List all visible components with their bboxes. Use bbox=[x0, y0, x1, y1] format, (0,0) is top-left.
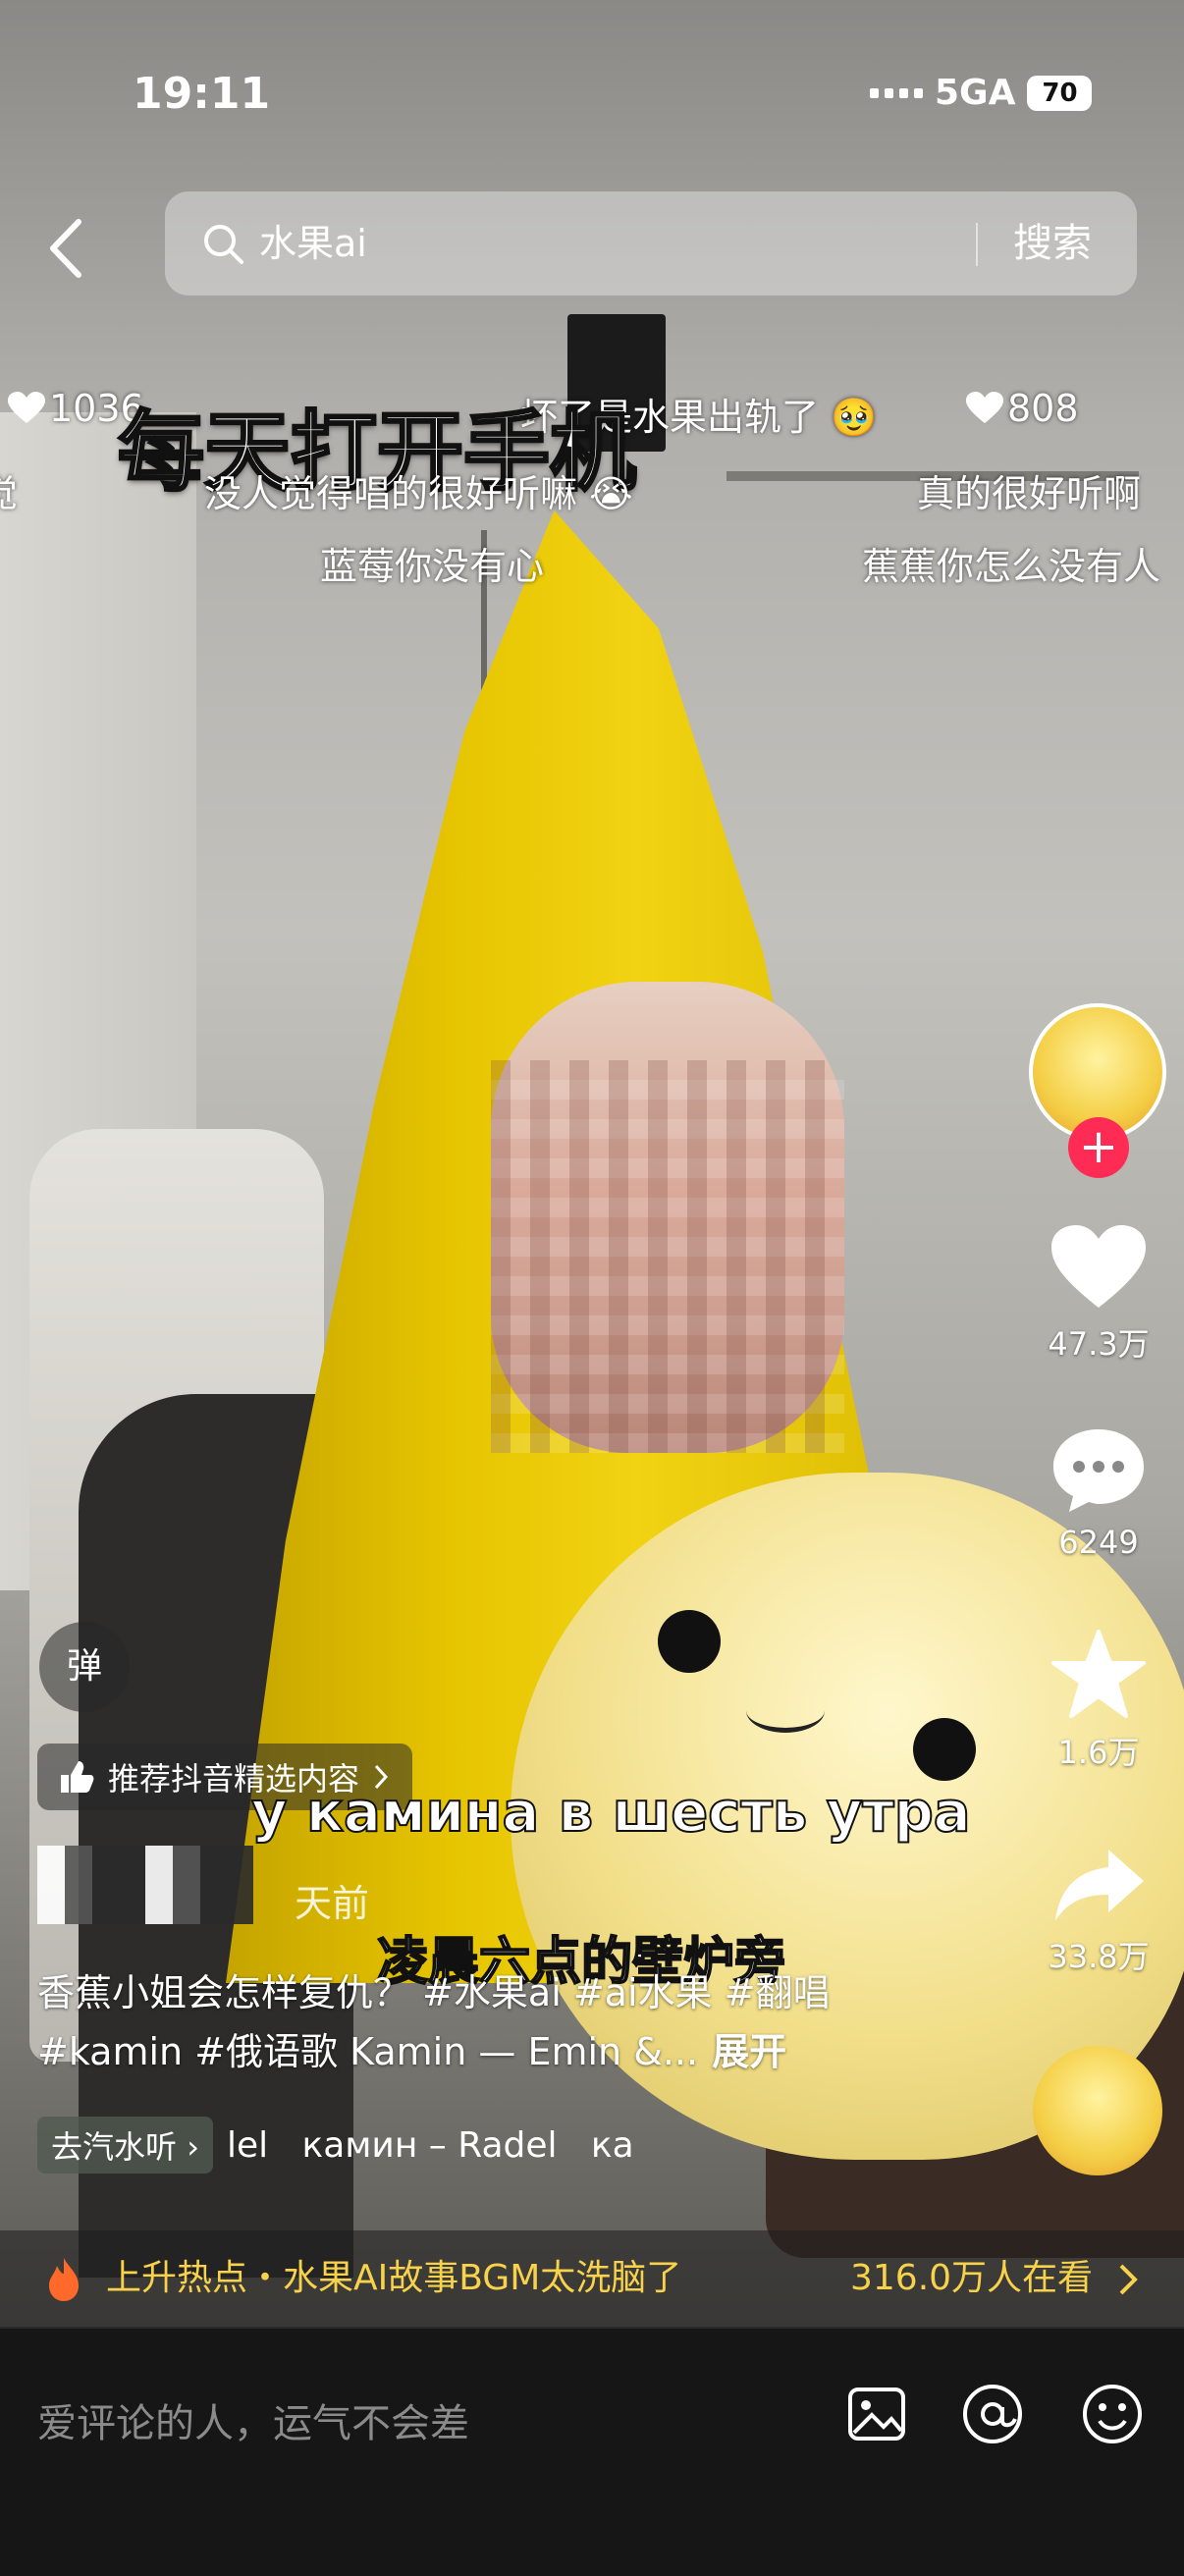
video-description[interactable]: 香蕉小姐会怎样复仇？ #水果ai #ai水果 #翻唱 #kamin #俄语歌 K… bbox=[37, 1963, 901, 2081]
viewer-count: 316.0万人在看 bbox=[850, 2258, 1094, 2298]
battery-level: 70 bbox=[1042, 78, 1078, 108]
star-icon bbox=[1051, 1630, 1146, 1718]
share-count: 33.8万 bbox=[1048, 1938, 1150, 1975]
status-indicators: 5GA 70 bbox=[870, 73, 1093, 113]
danmaku-like-count: 808 bbox=[1007, 387, 1079, 430]
danmaku-item: 808 bbox=[966, 387, 1079, 430]
lyric-subtitle-russian: у камина в шесть утра bbox=[250, 1780, 972, 1846]
plush-smile bbox=[746, 1689, 825, 1733]
post-time: 天前 bbox=[295, 1882, 370, 1925]
search-query: 水果ai bbox=[259, 222, 367, 265]
comment-icon bbox=[1053, 1429, 1144, 1512]
sob-emoji-icon: 😭 bbox=[589, 472, 633, 515]
back-icon[interactable] bbox=[43, 214, 92, 283]
share-button[interactable]: 33.8万 bbox=[1027, 1846, 1170, 1977]
battery-icon: 70 bbox=[1027, 75, 1093, 111]
search-input[interactable]: 水果ai 搜索 bbox=[165, 191, 1137, 295]
comment-count: 6249 bbox=[1058, 1524, 1139, 1561]
flame-icon bbox=[49, 2258, 79, 2301]
comment-button[interactable]: 6249 bbox=[1027, 1425, 1170, 1561]
status-time: 19:11 bbox=[133, 69, 271, 119]
danmaku-item: 真的很好听啊 bbox=[917, 472, 1142, 515]
thumbs-up-icon bbox=[61, 1761, 94, 1793]
favorite-button[interactable]: 1.6万 bbox=[1027, 1630, 1170, 1773]
search-icon bbox=[204, 225, 243, 264]
author-name-blurred[interactable] bbox=[37, 1846, 253, 1924]
music-app-tag[interactable]: 去汽水听 › bbox=[37, 2117, 213, 2174]
comment-input[interactable]: 爱评论的人，运气不会差 bbox=[37, 2391, 469, 2448]
danmaku-toggle-button[interactable]: 弹 bbox=[39, 1622, 130, 1712]
search-button[interactable]: 搜索 bbox=[1013, 215, 1092, 272]
danmaku-item: 蓝莓你没有心 bbox=[320, 545, 545, 588]
plush-eye bbox=[913, 1718, 976, 1781]
follow-button[interactable]: + bbox=[1068, 1117, 1129, 1178]
danmaku-item: 蕉蕉你怎么没有人 bbox=[862, 545, 1161, 588]
danmaku-item: 没人觉得唱的很好听嘛 😭 bbox=[204, 463, 633, 517]
crying-emoji-icon: 🥹 bbox=[831, 396, 878, 439]
music-tag-label: 去汽水听 bbox=[51, 2128, 178, 2166]
favorite-count: 1.6万 bbox=[1057, 1734, 1140, 1771]
search-divider bbox=[976, 223, 978, 266]
at-mention-icon[interactable] bbox=[958, 2380, 1027, 2448]
music-row[interactable]: 去汽水听 › lel камин – Radel ка bbox=[37, 2117, 634, 2174]
face-mosaic bbox=[491, 1060, 844, 1453]
share-icon bbox=[1055, 1850, 1144, 1920]
comment-bar: 爱评论的人，运气不会差 bbox=[0, 2327, 1184, 2576]
music-disc-icon[interactable] bbox=[1033, 2046, 1162, 2175]
trending-bar[interactable]: 上升热点・水果AI故事BGM太洗脑了 316.0万人在看 bbox=[0, 2230, 1184, 2327]
like-count: 47.3万 bbox=[1048, 1325, 1150, 1363]
heart-icon bbox=[1051, 1225, 1146, 1308]
danmaku-item: 觉 bbox=[0, 463, 18, 517]
chevron-right-icon bbox=[1119, 2264, 1138, 2295]
heart-icon bbox=[8, 392, 45, 423]
like-button[interactable]: 47.3万 bbox=[1027, 1223, 1170, 1365]
danmaku-text: 没人觉得唱的很好听嘛 bbox=[204, 472, 578, 515]
plush-eye bbox=[658, 1610, 721, 1673]
emoji-icon[interactable] bbox=[1078, 2380, 1147, 2448]
expand-button[interactable]: 展开 bbox=[712, 2030, 786, 2073]
heart-icon bbox=[966, 392, 1003, 423]
signal-icon bbox=[870, 87, 923, 98]
network-type: 5GA bbox=[935, 73, 1016, 113]
music-title: lel камин – Radel ка bbox=[226, 2124, 634, 2166]
image-icon[interactable] bbox=[842, 2380, 911, 2448]
trending-topic: 上升热点・水果AI故事BGM太洗脑了 bbox=[106, 2258, 682, 2298]
